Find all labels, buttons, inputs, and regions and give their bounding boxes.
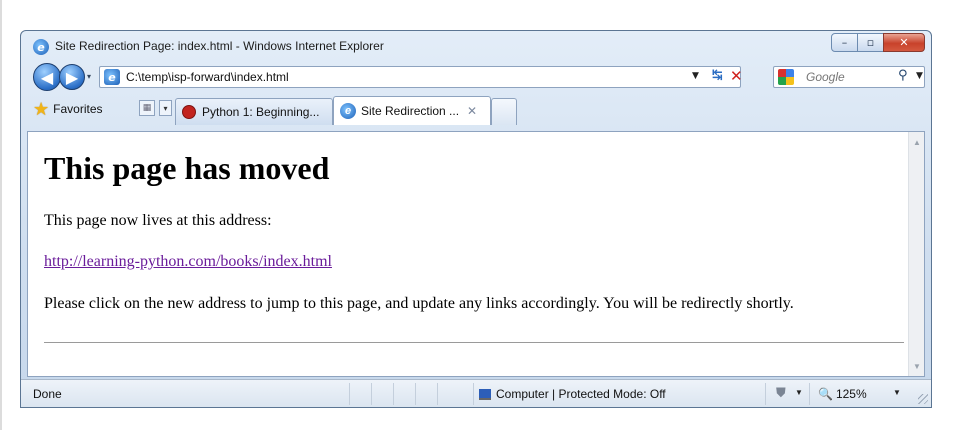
status-divider (371, 383, 372, 405)
scroll-up-icon[interactable]: ▲ (909, 134, 924, 150)
address-bar[interactable]: e ▼ ↹ ✕ (99, 66, 743, 88)
tab-bar: ★ Favorites ▦ ▾ Python 1: Beginning... e… (21, 93, 931, 125)
status-divider (415, 383, 416, 405)
document-body: This page has moved This page now lives … (28, 132, 910, 376)
minimize-button[interactable]: – (831, 33, 858, 52)
status-text: Done (33, 387, 62, 401)
vertical-scrollbar[interactable]: ▲ ▼ (908, 132, 924, 376)
search-input[interactable] (806, 68, 886, 86)
search-box[interactable]: ⚲ ▼ (773, 66, 925, 88)
navigation-bar: ◀ ▶ ▾ e ▼ ↹ ✕ ⚲ ▼ (21, 61, 931, 93)
new-address-link[interactable]: http://learning-python.com/books/index.h… (44, 253, 332, 271)
status-divider (349, 383, 350, 405)
close-tab-icon[interactable]: ✕ (467, 104, 477, 118)
back-button[interactable]: ◀ (33, 63, 61, 91)
ie-logo-icon: e (33, 39, 49, 55)
address-input[interactable] (126, 67, 666, 87)
status-divider (437, 383, 438, 405)
page-heading: This page has moved (44, 150, 330, 186)
close-window-button[interactable]: ✕ (883, 33, 925, 52)
computer-icon (479, 388, 491, 400)
tab-label: Python 1: Beginning... (202, 105, 320, 119)
search-options-dropdown-icon[interactable]: ▼ (916, 71, 923, 81)
forward-button[interactable]: ▶ (59, 64, 85, 90)
window-title: Site Redirection Page: index.html - Wind… (55, 39, 384, 53)
security-zone[interactable]: Computer | Protected Mode: Off (479, 387, 666, 401)
quick-tabs-icon[interactable]: ▦ (139, 100, 155, 116)
new-tab-button[interactable] (491, 98, 517, 125)
page-icon: e (104, 69, 120, 85)
intro-text: This page now lives at this address: (44, 212, 272, 229)
protected-mode-dropdown-icon[interactable]: ▼ (795, 388, 803, 397)
title-bar[interactable]: e Site Redirection Page: index.html - Wi… (21, 31, 931, 61)
tab-list-dropdown-icon[interactable]: ▾ (159, 100, 172, 116)
star-icon: ★ (33, 98, 50, 119)
instructions-text: Please click on the new address to jump … (44, 295, 794, 312)
favorites-label: Favorites (53, 102, 103, 116)
status-bar: Done Computer | Protected Mode: Off ⛊ ▼ … (21, 379, 931, 407)
status-divider (393, 383, 394, 405)
page-content: This page has moved This page now lives … (27, 131, 925, 377)
status-divider (765, 383, 766, 405)
status-divider (809, 383, 810, 405)
browser-window: e Site Redirection Page: index.html - Wi… (20, 30, 932, 408)
python-favicon-icon (182, 105, 196, 119)
horizontal-rule (44, 342, 904, 343)
zoom-icon: 🔍 (818, 387, 833, 401)
zoom-dropdown-icon[interactable]: ▼ (893, 388, 901, 397)
recent-pages-dropdown-icon[interactable]: ▾ (87, 72, 91, 81)
search-icon[interactable]: ⚲ (898, 68, 908, 83)
desktop-edge (0, 0, 2, 430)
zoom-level: 125% (835, 387, 867, 401)
google-logo-icon (778, 69, 794, 85)
maximize-button[interactable]: ▫ (857, 33, 884, 52)
tab-label: Site Redirection ... (361, 104, 460, 118)
stop-icon[interactable]: ✕ (730, 67, 743, 85)
tab-site-redirection[interactable]: e Site Redirection ... ✕ (333, 96, 491, 125)
refresh-icon[interactable]: ↹ (712, 68, 723, 83)
security-zone-label: Computer | Protected Mode: Off (496, 387, 666, 401)
zoom-control[interactable]: 🔍 125% (818, 387, 867, 401)
window-controls: – ▫ ✕ (831, 33, 925, 52)
scroll-down-icon[interactable]: ▼ (909, 358, 924, 374)
address-dropdown-icon[interactable]: ▼ (692, 71, 699, 81)
tab-python-beginning[interactable]: Python 1: Beginning... (175, 98, 333, 125)
ie-favicon-icon: e (340, 103, 356, 119)
protected-mode-icon[interactable]: ⛊ (776, 385, 786, 401)
status-divider (473, 383, 474, 405)
resize-grip-icon[interactable] (918, 394, 928, 404)
favorites-button[interactable]: ★ Favorites (33, 97, 103, 121)
